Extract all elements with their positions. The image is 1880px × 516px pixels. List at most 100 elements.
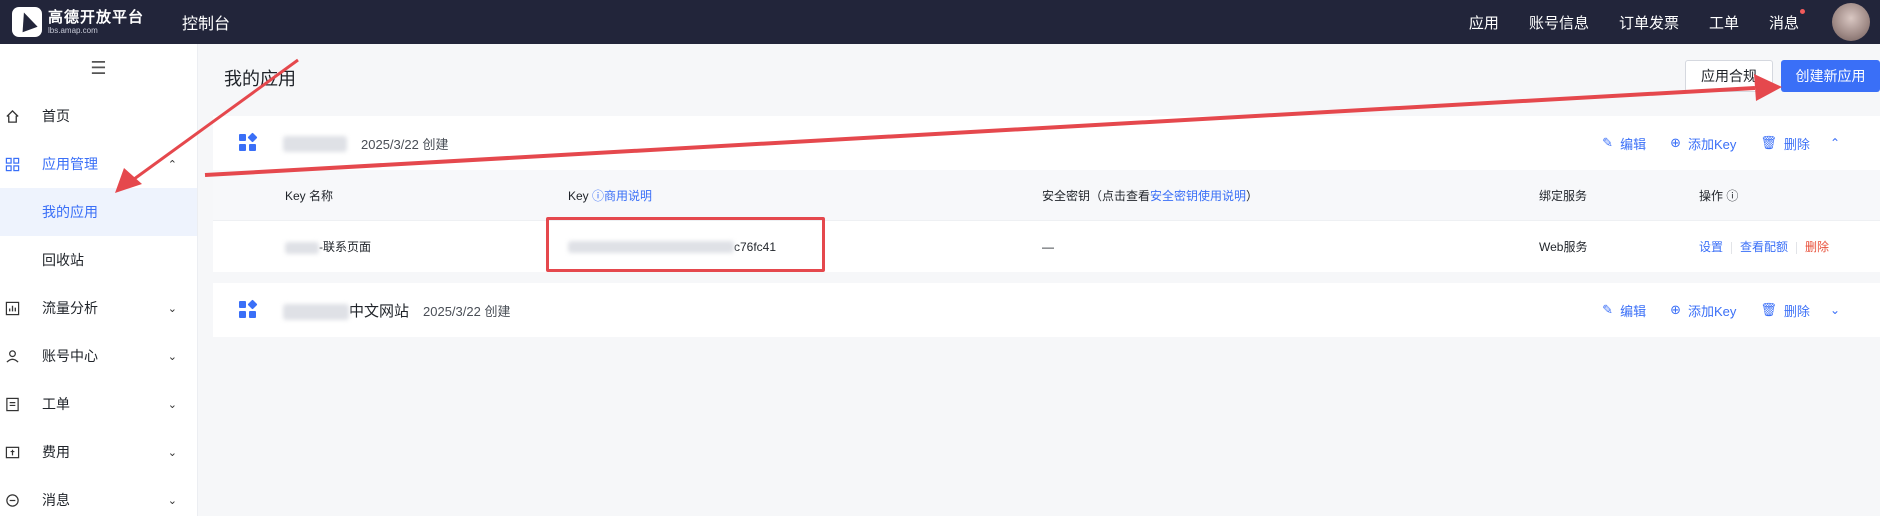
secret-cell: — <box>1042 239 1054 254</box>
add-key-label: 添加Key <box>1688 303 1737 319</box>
sidebar-item-label: 工单 <box>42 396 70 412</box>
home-icon <box>4 108 20 124</box>
app-icon <box>239 132 258 152</box>
commercial-help-label: 商用说明 <box>604 188 653 203</box>
view-quota-link[interactable]: 查看配额 <box>1740 240 1788 254</box>
redacted-text <box>283 303 349 320</box>
ops-cell: 设置 查看配额 删除 <box>1699 238 1829 255</box>
user-icon <box>4 348 20 364</box>
key-name-text: -联系页面 <box>319 240 371 254</box>
commercial-help-link[interactable]: ⓘ商用说明 <box>592 189 652 203</box>
sidebar-item-app-management[interactable]: 应用管理 ⌃ <box>0 140 197 188</box>
unread-dot <box>1800 8 1805 14</box>
sidebar-item-label: 费用 <box>42 444 70 460</box>
edit-button[interactable]: ✎ 编辑 <box>1602 301 1646 320</box>
trash-icon: 🗑 <box>1760 135 1777 150</box>
sidebar-item-label: 账号中心 <box>42 348 98 364</box>
amap-logo-icon <box>12 7 42 37</box>
grid-icon <box>4 156 20 172</box>
menu-toggle-icon[interactable]: ☰ <box>0 44 197 92</box>
col-key: Key ⓘ商用说明 <box>568 187 652 204</box>
col-key-label: Key <box>568 188 589 203</box>
add-key-button[interactable]: ⊕ 添加Key <box>1670 301 1736 320</box>
app-card-actions: ✎ 编辑 ⊕ 添加Key 🗑 删除 ⌃ <box>1578 134 1840 153</box>
top-bar: 高德开放平台 lbs.amap.com 控制台 应用 账号信息 订单发票 工单 … <box>0 0 1880 44</box>
app-name <box>283 134 347 152</box>
app-name-text: 中文网站 <box>349 302 410 320</box>
chevron-down-icon: ⌄ <box>167 494 177 507</box>
chevron-down-icon[interactable]: ⌄ <box>1830 303 1840 317</box>
money-icon <box>4 444 20 460</box>
delete-key-link[interactable]: 删除 <box>1805 240 1829 254</box>
app-card-header[interactable]: 2025/3/22 创建 ✎ 编辑 ⊕ 添加Key 🗑 删除 ⌃ <box>213 116 1880 170</box>
annotation-highlight-box <box>546 217 825 272</box>
top-nav: 应用 账号信息 订单发票 工单 消息 <box>1454 0 1870 44</box>
col-key-name: Key 名称 <box>285 188 334 203</box>
chart-icon <box>4 300 20 316</box>
sidebar-item-label: 应用管理 <box>42 156 98 172</box>
chevron-up-icon[interactable]: ⌃ <box>1830 136 1840 150</box>
plus-circle-icon: ⊕ <box>1670 135 1681 150</box>
delete-app-button[interactable]: 🗑 删除 <box>1760 301 1810 320</box>
key-table-header: Key 名称 Key ⓘ商用说明 安全密钥（点击查看安全密钥使用说明） 绑定服务… <box>213 170 1880 220</box>
amap-logo[interactable]: 高德开放平台 lbs.amap.com <box>12 7 148 37</box>
app-card-header[interactable]: 中文网站 2025/3/22 创建 ✎ 编辑 ⊕ 添加Key 🗑 删除 ⌄ <box>213 283 1880 337</box>
edit-button[interactable]: ✎ 编辑 <box>1602 134 1646 153</box>
plus-circle-icon: ⊕ <box>1670 302 1681 317</box>
add-key-label: 添加Key <box>1688 136 1737 152</box>
col-secret: 安全密钥（点击查看安全密钥使用说明） <box>1042 187 1258 204</box>
delete-label: 删除 <box>1783 303 1810 319</box>
nav-messages[interactable]: 消息 <box>1768 8 1805 33</box>
col-secret-close: ） <box>1246 188 1259 203</box>
nav-messages-label: 消息 <box>1768 14 1799 32</box>
sidebar-item-label: 流量分析 <box>42 300 98 316</box>
logo-name: 高德开放平台 <box>48 8 145 26</box>
chevron-down-icon: ⌄ <box>167 446 177 459</box>
sidebar-item-traffic-analysis[interactable]: 流量分析 ⌄ <box>0 284 197 332</box>
sidebar-item-tickets[interactable]: 工单 ⌄ <box>0 380 197 428</box>
edit-label: 编辑 <box>1620 303 1647 319</box>
app-icon <box>239 299 258 319</box>
app-name: 中文网站 <box>283 300 409 321</box>
add-key-button[interactable]: ⊕ 添加Key <box>1670 134 1736 153</box>
nav-orders-invoices[interactable]: 订单发票 <box>1619 12 1679 33</box>
app-card: 2025/3/22 创建 ✎ 编辑 ⊕ 添加Key 🗑 删除 ⌃ Key 名称 Key… <box>213 116 1880 272</box>
create-app-button[interactable]: 创建新应用 <box>1781 60 1880 92</box>
sidebar-item-my-apps[interactable]: 我的应用 <box>0 188 197 236</box>
ticket-icon <box>4 396 20 412</box>
console-title[interactable]: 控制台 <box>182 10 230 34</box>
sidebar-item-label: 首页 <box>42 108 70 124</box>
delete-label: 删除 <box>1783 136 1810 152</box>
created-date: 2025/3/22 创建 <box>361 136 449 152</box>
chevron-down-icon: ⌄ <box>167 350 177 363</box>
sidebar-item-recycle-bin[interactable]: 回收站 <box>0 236 197 284</box>
message-icon <box>4 492 20 508</box>
redacted-text <box>283 135 347 152</box>
sidebar-item-messages[interactable]: 消息 ⌄ <box>0 476 197 516</box>
app-card-actions: ✎ 编辑 ⊕ 添加Key 🗑 删除 ⌄ <box>1578 301 1840 320</box>
edit-icon: ✎ <box>1602 135 1614 150</box>
nav-apps[interactable]: 应用 <box>1469 12 1499 33</box>
info-icon[interactable]: ⓘ <box>1726 189 1738 203</box>
col-ops: 操作 ⓘ <box>1699 187 1738 204</box>
chevron-down-icon: ⌄ <box>167 302 177 315</box>
logo-url: lbs.amap.com <box>48 25 98 35</box>
sidebar-item-account-center[interactable]: 账号中心 ⌄ <box>0 332 197 380</box>
nav-tickets[interactable]: 工单 <box>1709 12 1739 33</box>
redacted-text <box>285 241 319 254</box>
app-card: 中文网站 2025/3/22 创建 ✎ 编辑 ⊕ 添加Key 🗑 删除 ⌄ <box>213 283 1880 337</box>
sidebar-item-billing[interactable]: 费用 ⌄ <box>0 428 197 476</box>
sidebar-item-home[interactable]: 首页 <box>0 92 197 140</box>
key-name-cell: -联系页面 <box>285 238 371 255</box>
nav-account-info[interactable]: 账号信息 <box>1529 12 1589 33</box>
delete-app-button[interactable]: 🗑 删除 <box>1760 134 1810 153</box>
avatar[interactable] <box>1832 3 1870 41</box>
table-row: -联系页面 c76fc41 — Web服务 设置 查看配额 删除 <box>213 220 1880 272</box>
sidebar-item-label: 消息 <box>42 492 70 508</box>
created-date: 2025/3/22 创建 <box>423 303 511 319</box>
secret-usage-link[interactable]: 安全密钥使用说明 <box>1150 189 1246 203</box>
trash-icon: 🗑 <box>1760 302 1777 317</box>
edit-icon: ✎ <box>1602 302 1614 317</box>
app-compliance-button[interactable]: 应用合规 <box>1685 60 1773 92</box>
settings-link[interactable]: 设置 <box>1699 240 1723 254</box>
